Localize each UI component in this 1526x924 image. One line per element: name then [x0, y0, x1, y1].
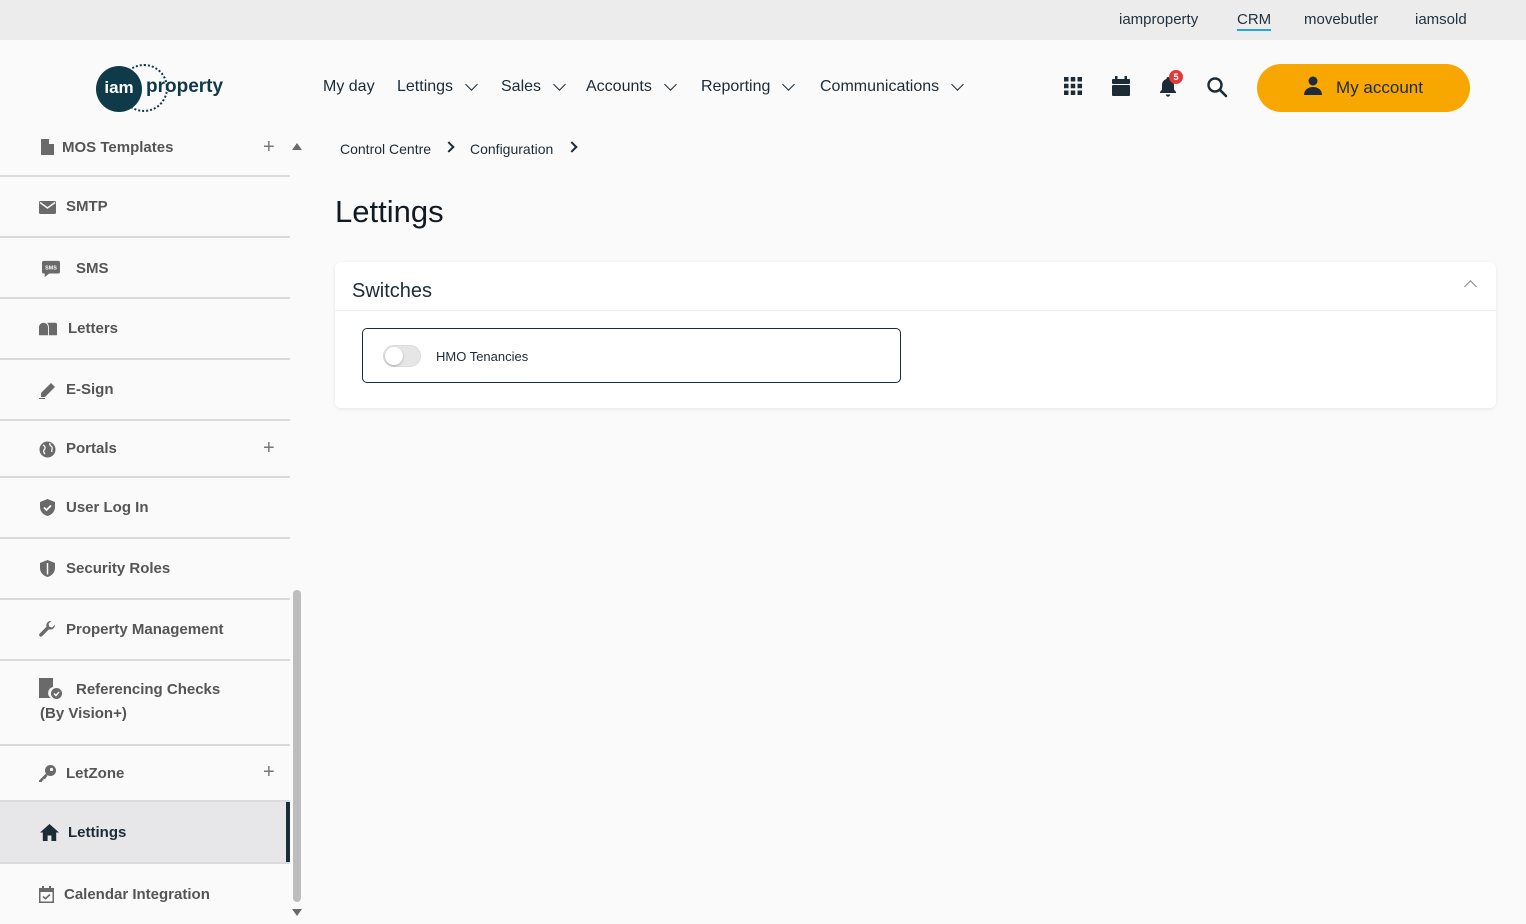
- sidebar-item-e-sign[interactable]: E-Sign: [0, 360, 290, 421]
- chevron-down-icon: [553, 78, 566, 91]
- chevron-right-icon: [443, 141, 455, 153]
- sidebar-item-label-line2: (By Vision+): [40, 705, 127, 722]
- sidebar-item-user-log-in[interactable]: User Log In: [0, 478, 290, 539]
- sidebar-item-smtp[interactable]: SMTP: [0, 177, 290, 238]
- switches-panel-header[interactable]: Switches: [335, 262, 1496, 311]
- sidebar-item-referencing-checks[interactable]: Referencing Checks (By Vision+): [0, 661, 290, 746]
- chevron-down-icon: [782, 78, 796, 91]
- chevron-up-icon[interactable]: [1464, 280, 1477, 293]
- top-link-iamsold[interactable]: iamsold: [1415, 11, 1467, 28]
- sidebar-item-sms[interactable]: SMS SMS: [0, 238, 290, 299]
- logo-text: property: [146, 76, 224, 97]
- sidebar-item-property-management[interactable]: Property Management: [0, 600, 290, 661]
- scroll-up-arrow-icon[interactable]: [292, 143, 302, 150]
- breadcrumb-configuration[interactable]: Configuration: [470, 141, 553, 157]
- nav-reporting[interactable]: Reporting: [701, 78, 796, 96]
- sidebar-item-label: Letters: [68, 320, 119, 337]
- top-link-iamproperty[interactable]: iamproperty: [1119, 11, 1198, 28]
- switches-panel: Switches HMO Tenancies: [335, 262, 1496, 408]
- globe-icon: [38, 440, 56, 458]
- iamproperty-logo[interactable]: iam property: [96, 64, 236, 112]
- key-icon: [38, 764, 56, 782]
- nav-communications-label: Communications: [820, 78, 940, 95]
- control-centre-sidebar: MOS Templates + SMTP SMS SMS Letters E-S…: [0, 136, 290, 924]
- nav-reporting-label: Reporting: [701, 78, 771, 95]
- document-check-icon: [39, 678, 63, 700]
- top-app-switcher: iamproperty CRM movebutler iamsold: [0, 0, 1526, 40]
- apps-grid-icon[interactable]: [1063, 76, 1085, 98]
- switch-label: HMO Tenancies: [436, 349, 529, 364]
- shield-check-icon: [38, 498, 56, 516]
- sms-chat-icon: SMS: [42, 260, 60, 278]
- home-icon: [39, 823, 59, 841]
- nav-communications[interactable]: Communications: [820, 78, 965, 96]
- pen-icon: [38, 381, 56, 399]
- nav-lettings-label: Lettings: [397, 78, 454, 95]
- expand-plus-icon[interactable]: +: [263, 438, 275, 458]
- sidebar-item-label-line1: Referencing Checks: [76, 681, 221, 698]
- sidebar-item-label: Lettings: [68, 824, 127, 841]
- sidebar-item-label: Security Roles: [66, 560, 171, 577]
- hmo-tenancies-toggle[interactable]: [383, 345, 421, 367]
- expand-plus-icon[interactable]: +: [263, 762, 275, 782]
- sidebar-item-label: User Log In: [66, 499, 149, 516]
- main-header: iam property My day Lettings Sales Accou…: [0, 40, 1526, 136]
- document-icon: [38, 138, 56, 156]
- chevron-down-icon: [951, 78, 965, 91]
- shield-icon: [38, 559, 56, 577]
- toggle-knob: [385, 347, 403, 365]
- envelope-icon: [38, 198, 56, 216]
- nav-lettings[interactable]: Lettings: [397, 78, 478, 96]
- my-account-button[interactable]: My account: [1257, 64, 1470, 112]
- svg-text:SMS: SMS: [45, 265, 57, 271]
- sidebar-item-label: MOS Templates: [62, 139, 174, 156]
- expand-plus-icon[interactable]: +: [263, 137, 275, 157]
- sidebar-scrollbar-thumb[interactable]: [293, 590, 301, 902]
- breadcrumb-control-centre[interactable]: Control Centre: [340, 141, 431, 157]
- notification-count-badge: 5: [1169, 70, 1183, 84]
- calendar-check-icon: [37, 885, 55, 903]
- sidebar-item-calendar-integration[interactable]: Calendar Integration: [0, 864, 290, 924]
- nav-accounts-label: Accounts: [586, 78, 652, 95]
- chevron-down-icon: [663, 78, 677, 91]
- sidebar-item-mos-templates[interactable]: MOS Templates +: [0, 136, 290, 177]
- sidebar-item-label: Portals: [66, 440, 117, 457]
- wrench-icon: [38, 620, 56, 638]
- chevron-right-icon: [566, 141, 578, 153]
- nav-my-day[interactable]: My day: [323, 78, 375, 96]
- nav-sales[interactable]: Sales: [501, 78, 566, 96]
- switch-hmo-tenancies: HMO Tenancies: [362, 328, 901, 383]
- user-icon: [1304, 76, 1323, 100]
- my-account-label: My account: [1336, 78, 1423, 97]
- sidebar-item-label: E-Sign: [66, 381, 114, 398]
- switches-panel-title: Switches: [352, 280, 433, 302]
- sidebar-item-label: SMS: [76, 260, 109, 277]
- sidebar-item-letters[interactable]: Letters: [0, 299, 290, 360]
- search-icon[interactable]: [1206, 76, 1228, 98]
- sidebar-item-label: LetZone: [66, 765, 125, 782]
- sidebar-item-security-roles[interactable]: Security Roles: [0, 539, 290, 600]
- scroll-down-arrow-icon[interactable]: [292, 909, 302, 916]
- sidebar-item-lettings[interactable]: Lettings: [0, 802, 290, 864]
- top-link-movebutler[interactable]: movebutler: [1304, 11, 1378, 28]
- nav-my-day-label: My day: [323, 78, 375, 95]
- calendar-icon[interactable]: [1111, 76, 1133, 98]
- logo-mark: iam: [96, 66, 142, 112]
- sidebar-item-letzone[interactable]: LetZone +: [0, 746, 290, 802]
- mailbox-icon: [39, 320, 57, 338]
- top-link-crm[interactable]: CRM: [1237, 11, 1272, 31]
- chevron-down-icon: [465, 78, 478, 91]
- sidebar-item-label: SMTP: [66, 198, 108, 215]
- sidebar-item-label: Property Management: [66, 621, 224, 638]
- nav-sales-label: Sales: [501, 78, 542, 95]
- nav-accounts[interactable]: Accounts: [586, 78, 677, 96]
- sidebar-item-portals[interactable]: Portals +: [0, 421, 290, 478]
- sidebar-item-label: Calendar Integration: [64, 886, 210, 903]
- page-title: Lettings: [335, 194, 444, 229]
